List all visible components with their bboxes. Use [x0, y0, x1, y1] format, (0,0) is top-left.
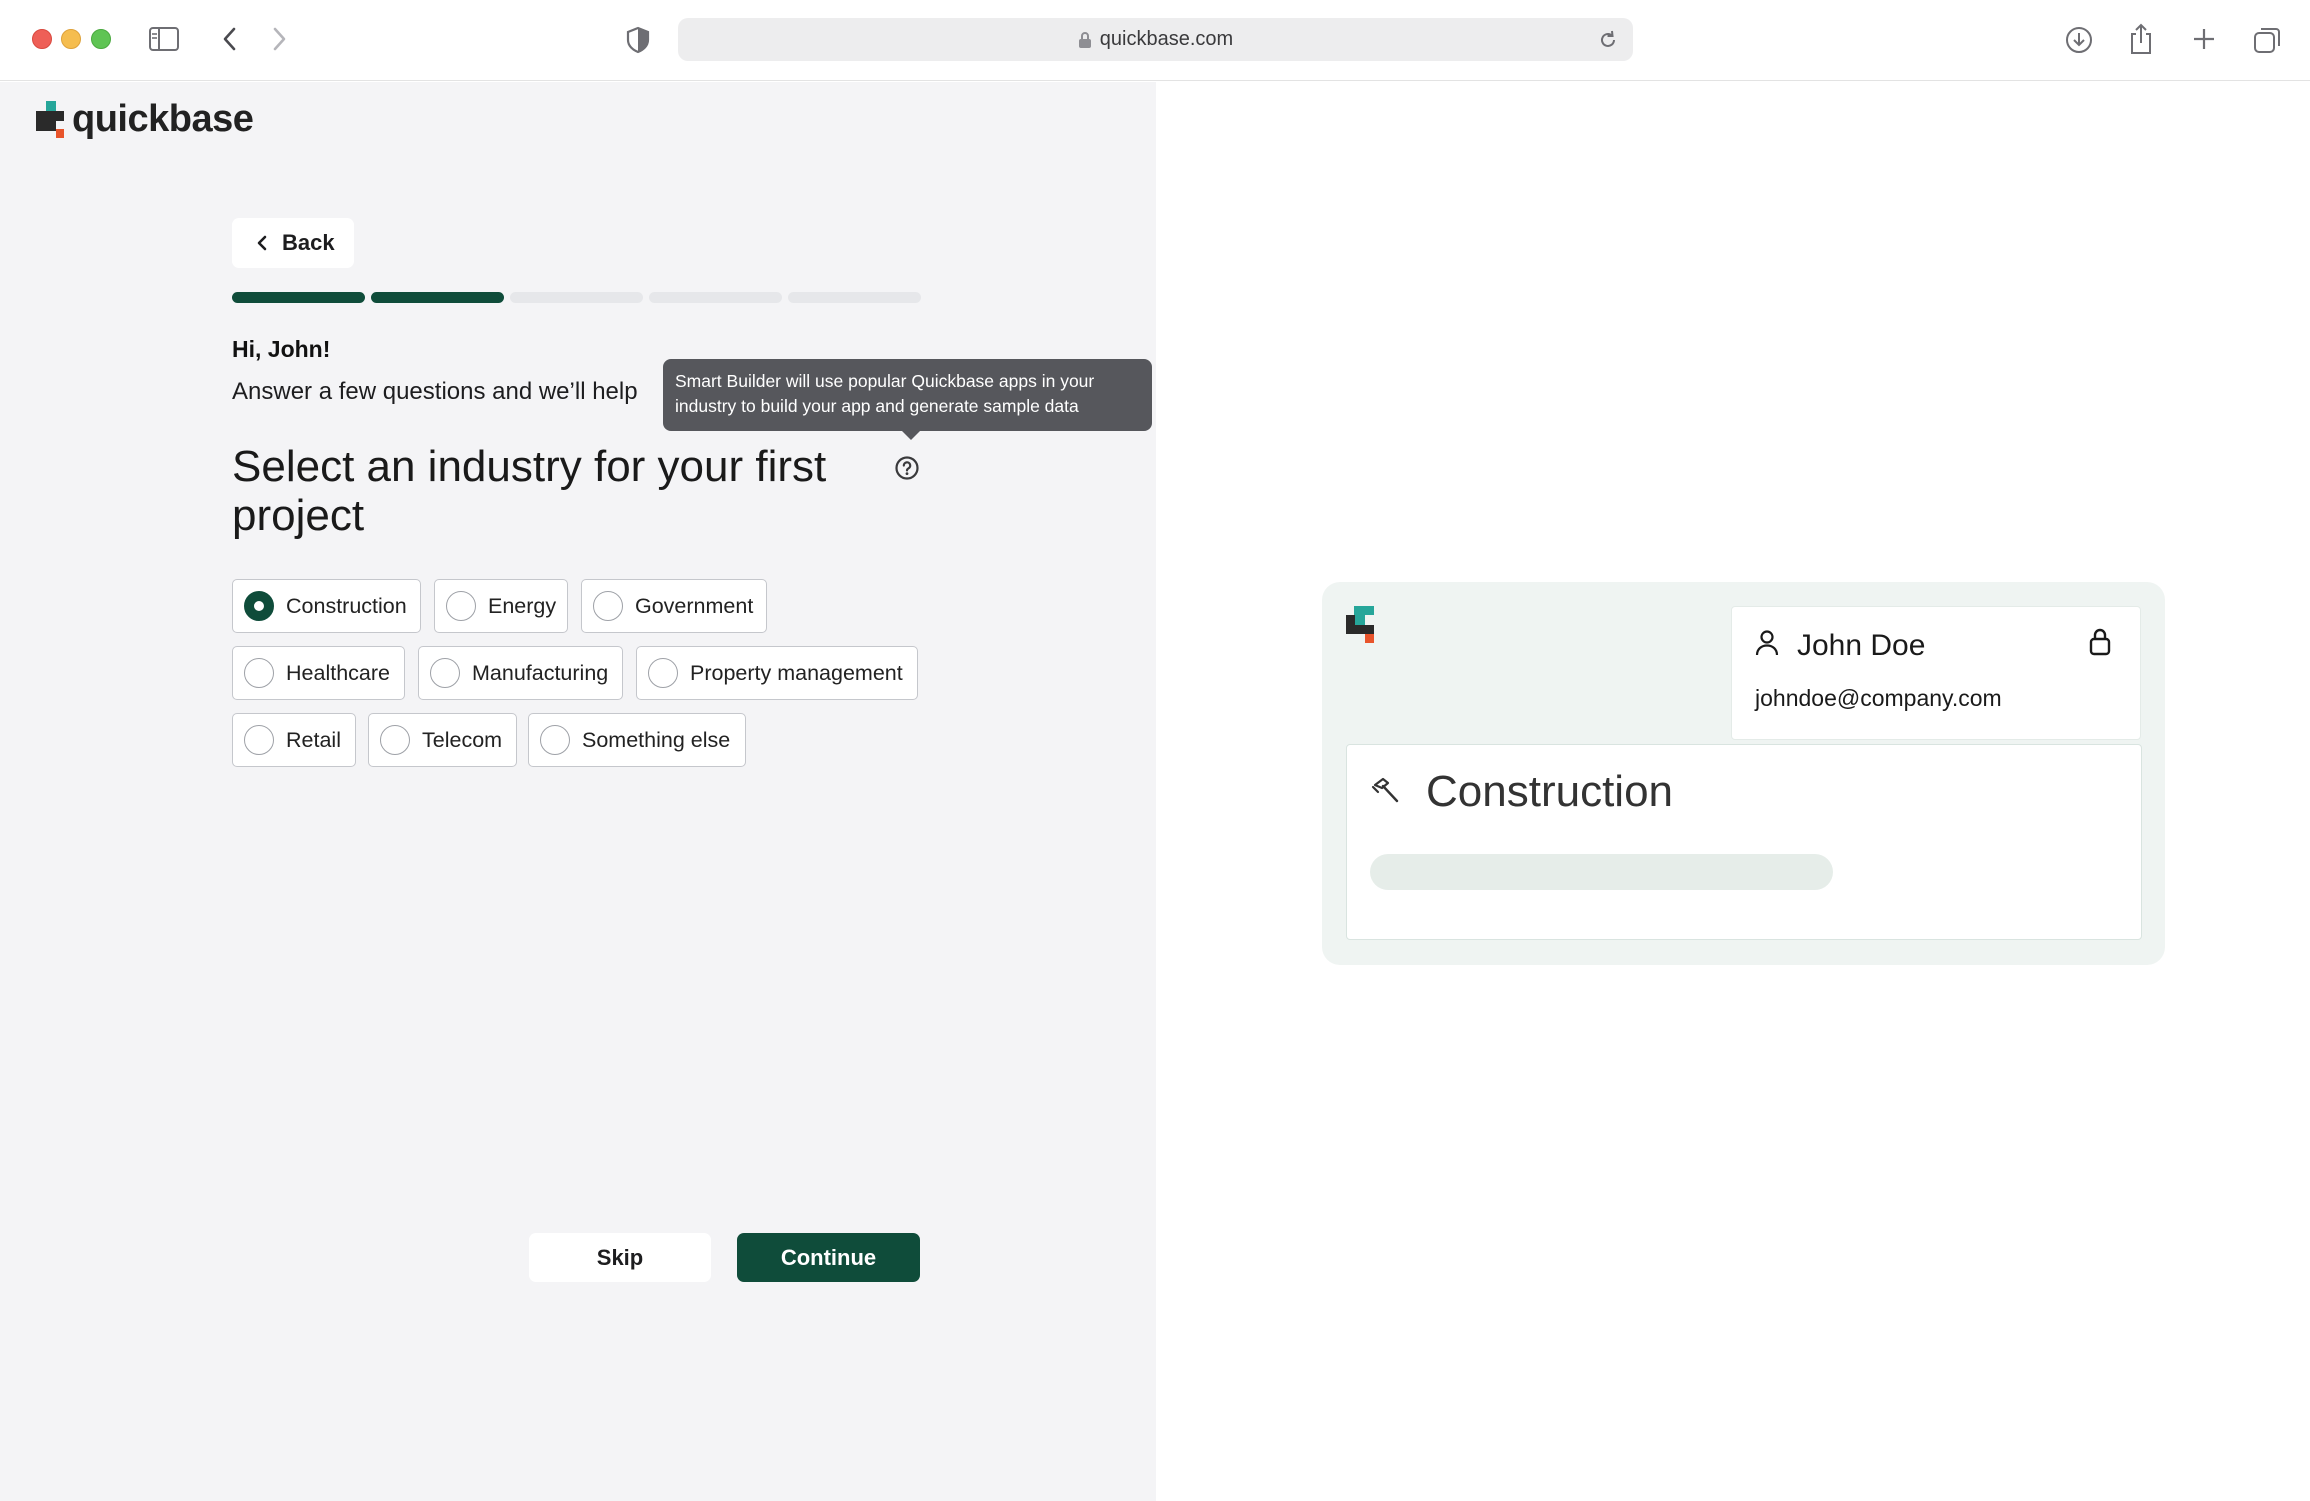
progress-step	[649, 292, 782, 303]
download-icon[interactable]	[2063, 24, 2095, 56]
subtitle: Answer a few questions and we’ll help	[232, 378, 638, 405]
browser-toolbar: quickbase.com	[0, 0, 2310, 81]
sidebar-toggle-icon[interactable]	[148, 24, 180, 54]
greeting: Hi, John!	[232, 336, 331, 362]
help-tooltip: Smart Builder will use popular Quickbase…	[663, 359, 1152, 440]
industry-option-label: Property management	[690, 660, 903, 685]
industry-option-label: Government	[635, 593, 754, 618]
industry-option-label: Something else	[582, 727, 731, 752]
quickbase-logo: quickbase	[36, 98, 254, 141]
progress-step	[371, 292, 504, 303]
user-profile-card: John Doe johndoe@company.com	[1731, 606, 2141, 740]
hammer-icon	[1369, 775, 1401, 812]
industry-option-label: Manufacturing	[472, 660, 609, 685]
radio-button[interactable]	[648, 658, 678, 688]
lock-icon	[2088, 627, 2112, 662]
page-title: Select an industry for your first projec…	[232, 442, 827, 540]
project-title: Construction	[1426, 767, 1674, 816]
radio-button[interactable]	[244, 658, 274, 688]
tab-overview-icon[interactable]	[2251, 24, 2283, 56]
quickbase-logo-icon	[1346, 606, 1376, 649]
radio-button[interactable]	[593, 591, 623, 621]
progress-step	[510, 292, 643, 303]
radio-button[interactable]	[430, 658, 460, 688]
industry-option-government[interactable]: Government	[581, 579, 767, 633]
zoom-window-button[interactable]	[91, 29, 111, 49]
chevron-left-icon[interactable]	[218, 24, 242, 54]
user-email: johndoe@company.com	[1755, 685, 2002, 711]
industry-option-retail[interactable]: Retail	[232, 713, 356, 767]
industry-option-energy[interactable]: Energy	[434, 579, 568, 633]
industry-option-label: Energy	[488, 593, 557, 618]
industry-option-manufacturing[interactable]: Manufacturing	[418, 646, 623, 700]
industry-option-label: Retail	[286, 727, 341, 752]
industry-option-label: Healthcare	[286, 660, 390, 685]
radio-button[interactable]	[380, 725, 410, 755]
brand-name: quickbase	[72, 98, 254, 140]
user-icon	[1754, 629, 1780, 662]
url-text: quickbase.com	[1099, 28, 1234, 50]
user-name: John Doe	[1797, 629, 1926, 662]
radio-button[interactable]	[244, 591, 274, 621]
radio-button[interactable]	[244, 725, 274, 755]
radio-button[interactable]	[540, 725, 570, 755]
new-tab-icon[interactable]	[2190, 25, 2218, 53]
industry-option-label: Telecom	[422, 727, 503, 752]
industry-option-label: Construction	[286, 593, 407, 618]
app-preview-card: John Doe johndoe@company.com Constructio…	[1322, 582, 2165, 965]
skip-button[interactable]: Skip	[529, 1233, 711, 1282]
chevron-right-icon[interactable]	[267, 24, 291, 54]
chevron-left-icon	[257, 235, 267, 251]
quickbase-logo-icon	[36, 100, 64, 138]
close-window-button[interactable]	[32, 29, 52, 49]
industry-option-construction[interactable]: Construction	[232, 579, 421, 633]
back-button-label: Back	[282, 230, 335, 255]
radio-button[interactable]	[446, 591, 476, 621]
industry-option-property-management[interactable]: Property management	[636, 646, 918, 700]
industry-option-telecom[interactable]: Telecom	[368, 713, 517, 767]
share-icon[interactable]	[2126, 22, 2156, 56]
app-preview-panel: John Doe johndoe@company.com Constructio…	[1157, 82, 2310, 1501]
help-icon[interactable]	[894, 455, 920, 486]
lock-icon	[1078, 31, 1091, 48]
progress-stepper	[232, 292, 921, 303]
loading-placeholder-bar	[1370, 854, 1833, 890]
continue-button[interactable]: Continue	[737, 1233, 920, 1282]
address-bar[interactable]: quickbase.com	[678, 18, 1633, 61]
progress-step	[788, 292, 921, 303]
onboarding-form-panel: quickbase Back Hi, John! Answer a few qu…	[0, 82, 1156, 1501]
reload-icon[interactable]	[1597, 29, 1619, 56]
privacy-shield-icon[interactable]	[625, 25, 651, 55]
project-preview: Construction	[1346, 744, 2142, 940]
industry-option-healthcare[interactable]: Healthcare	[232, 646, 405, 700]
minimize-window-button[interactable]	[61, 29, 81, 49]
progress-step	[232, 292, 365, 303]
industry-option-something-else[interactable]: Something else	[528, 713, 746, 767]
back-button[interactable]: Back	[232, 218, 354, 268]
